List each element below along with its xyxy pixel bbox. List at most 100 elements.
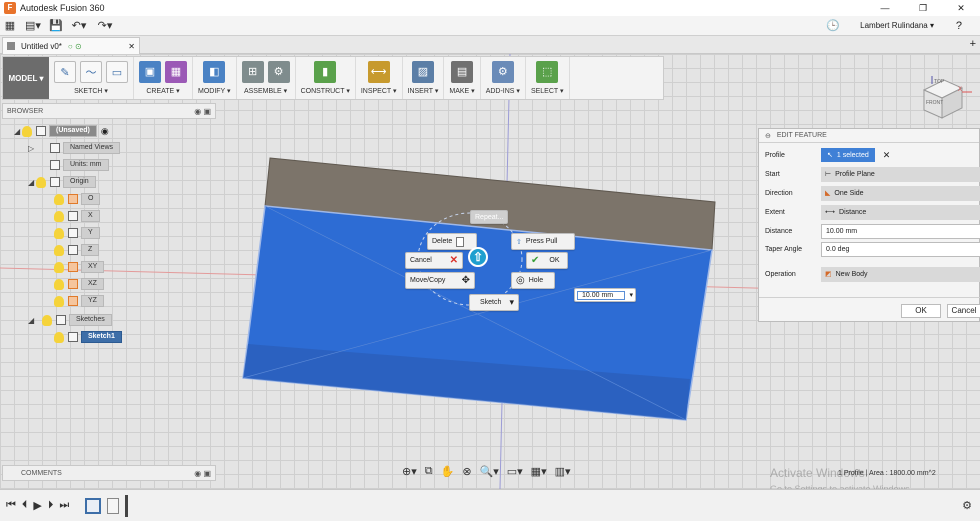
go-to-end-icon[interactable]: ⏭ — [59, 499, 69, 512]
units-label[interactable]: Units: mm — [63, 159, 109, 171]
toolbar-tool-icon[interactable]: ▨ — [411, 61, 434, 83]
go-to-start-icon[interactable]: ⏮ — [6, 499, 16, 512]
timeline-sketch-feature-icon[interactable] — [85, 497, 102, 514]
toolbar-tool-icon[interactable]: 〜 — [80, 61, 102, 83]
tree-node-sketch1[interactable]: Sketch1 — [54, 330, 122, 344]
toolbar-group-label[interactable]: INSPECT ▾ — [361, 87, 397, 95]
visibility-bulb-icon[interactable] — [54, 244, 64, 256]
tree-node-y-axis[interactable]: Y — [54, 226, 100, 240]
start-dropdown[interactable]: ⊢ Profile Plane — [821, 166, 980, 182]
edit-feature-header[interactable]: ⊖ EDIT FEATURE — [759, 129, 979, 143]
toolbar-tool-icon[interactable]: ▣ — [139, 61, 161, 83]
visibility-bulb-icon[interactable] — [22, 125, 32, 137]
visibility-bulb-icon[interactable] — [54, 331, 64, 343]
toolbar-tool-icon[interactable]: ▤ — [451, 61, 474, 83]
fit-zoom-icon[interactable]: 🔍▾ — [480, 465, 499, 478]
look-at-icon[interactable]: ⧉ — [425, 465, 433, 478]
visibility-bulb-icon[interactable] — [54, 210, 64, 222]
toolbar-tool-icon[interactable]: ✎ — [54, 61, 76, 83]
new-tab-icon[interactable]: + — [970, 38, 976, 50]
distance-dropdown-icon[interactable]: ▾ — [629, 291, 633, 299]
visibility-bulb-icon[interactable] — [36, 176, 46, 188]
workspace-switcher[interactable]: MODEL ▾ — [3, 57, 49, 99]
toolbar-tool-icon[interactable]: ⬚ — [536, 61, 559, 83]
xz-plane-label[interactable]: XZ — [81, 278, 104, 290]
redo-icon[interactable]: ↷▾ — [92, 16, 118, 36]
viewcube[interactable]: TOP FRONT X — [918, 70, 978, 132]
user-account-menu[interactable]: Lambert Rulindana ▾ — [860, 21, 934, 30]
distance-field[interactable]: 10.00 mm — [821, 223, 980, 239]
extrude-arrow-icon[interactable]: ⇧ — [468, 247, 488, 267]
tree-node-xz-plane[interactable]: XZ — [54, 277, 104, 291]
data-panel-grid-icon[interactable]: ▦ — [0, 16, 20, 36]
sketches-label[interactable]: Sketches — [69, 314, 112, 326]
press-pull-button[interactable]: ⇧ Press Pull — [511, 233, 575, 250]
tree-node-root[interactable]: ◢ (Unsaved) ◉ — [14, 124, 109, 138]
visibility-bulb-icon[interactable] — [54, 227, 64, 239]
toolbar-tool-icon[interactable]: ▭ — [106, 61, 128, 83]
viewports-icon[interactable]: ▥▾ — [555, 465, 571, 478]
tree-node-origin[interactable]: ◢ Origin — [28, 175, 96, 189]
toolbar-group-label[interactable]: ASSEMBLE ▾ — [244, 87, 287, 95]
tree-node-sketches[interactable]: ◢ Sketches — [28, 313, 112, 327]
comments-panel-header[interactable]: COMMENTS ◉ ▣ — [2, 465, 216, 481]
z-axis-label[interactable]: Z — [81, 244, 100, 256]
toolbar-group-label[interactable]: MODIFY ▾ — [198, 87, 231, 95]
close-button[interactable]: ✕ — [942, 0, 980, 16]
visibility-bulb-icon[interactable] — [54, 278, 64, 290]
yz-plane-label[interactable]: YZ — [81, 295, 104, 307]
viewcube-top-label[interactable]: TOP — [934, 79, 944, 85]
document-tab[interactable]: Untitled v0* ○ ⊙ ✕ — [2, 37, 140, 54]
extent-dropdown[interactable]: ⟷ Distance — [821, 204, 980, 220]
origin-label[interactable]: Origin — [63, 176, 96, 188]
toolbar-group-label[interactable]: CONSTRUCT ▾ — [301, 87, 350, 95]
ok-button[interactable]: ✔ OK — [526, 252, 568, 269]
origin-point-label[interactable]: O — [81, 193, 101, 205]
tree-node-origin-point[interactable]: O — [54, 192, 101, 206]
toolbar-tool-icon[interactable]: ⚙ — [491, 61, 514, 83]
collapse-icon[interactable]: ◢ — [14, 127, 22, 136]
sketch1-label[interactable]: Sketch1 — [81, 331, 122, 343]
tree-node-units[interactable]: Units: mm — [28, 158, 109, 172]
activate-radio-icon[interactable]: ◉ — [101, 126, 109, 137]
hole-button[interactable]: ◎ Hole — [511, 272, 555, 289]
restore-button[interactable]: ❐ — [904, 0, 942, 16]
y-axis-label[interactable]: Y — [81, 227, 100, 239]
help-icon[interactable]: ? — [956, 20, 962, 32]
file-menu-icon[interactable]: ▤▾ — [20, 16, 46, 36]
dialog-ok-button[interactable]: OK — [901, 304, 941, 318]
timeline-settings-icon[interactable]: ⚙ — [962, 499, 972, 512]
play-icon[interactable]: ▶ — [33, 499, 41, 512]
toolbar-tool-icon[interactable]: ▮ — [314, 61, 337, 83]
cancel-button[interactable]: Cancel ✕ — [405, 252, 463, 269]
timeline-extrude-feature-icon[interactable] — [107, 497, 120, 514]
clear-selection-icon[interactable]: ✕ — [883, 150, 891, 161]
toolbar-tool-icon[interactable]: ◧ — [203, 61, 226, 83]
dialog-cancel-button[interactable]: Cancel — [947, 304, 980, 318]
visibility-bulb-icon[interactable] — [54, 261, 64, 273]
viewcube-front-label[interactable]: FRONT — [926, 100, 943, 106]
tree-node-xy-plane[interactable]: XY — [54, 260, 105, 274]
toolbar-tool-icon[interactable]: ⟷ — [367, 61, 390, 83]
tree-node-yz-plane[interactable]: YZ — [54, 294, 104, 308]
collapse-dialog-icon[interactable]: ⊖ — [765, 132, 771, 140]
collapse-icon[interactable]: ◢ — [28, 178, 36, 187]
undo-icon[interactable]: ↶▾ — [66, 16, 92, 36]
step-back-icon[interactable]: ⏴ — [22, 499, 28, 512]
timeline-marker-icon[interactable] — [125, 494, 129, 517]
xy-plane-label[interactable]: XY — [81, 261, 105, 273]
display-settings-icon[interactable]: ▭▾ — [507, 465, 523, 478]
expand-icon[interactable]: ▷ — [28, 144, 36, 153]
pan-hand-icon[interactable]: ✋ — [441, 465, 455, 478]
tree-node-x-axis[interactable]: X — [54, 209, 100, 223]
comments-panel-controls[interactable]: ◉ ▣ — [194, 469, 211, 478]
delete-button[interactable]: Delete — [427, 233, 477, 250]
toolbar-group-label[interactable]: ADD-INS ▾ — [486, 87, 520, 95]
grid-settings-icon[interactable]: ▦▾ — [531, 465, 547, 478]
close-tab-icon[interactable]: ✕ — [128, 42, 135, 51]
tree-node-z-axis[interactable]: Z — [54, 243, 100, 257]
toolbar-tool-icon[interactable]: ⊞ — [241, 61, 264, 83]
visibility-bulb-icon[interactable] — [42, 314, 52, 326]
x-axis-label[interactable]: X — [81, 210, 100, 222]
root-component-label[interactable]: (Unsaved) — [49, 125, 97, 137]
